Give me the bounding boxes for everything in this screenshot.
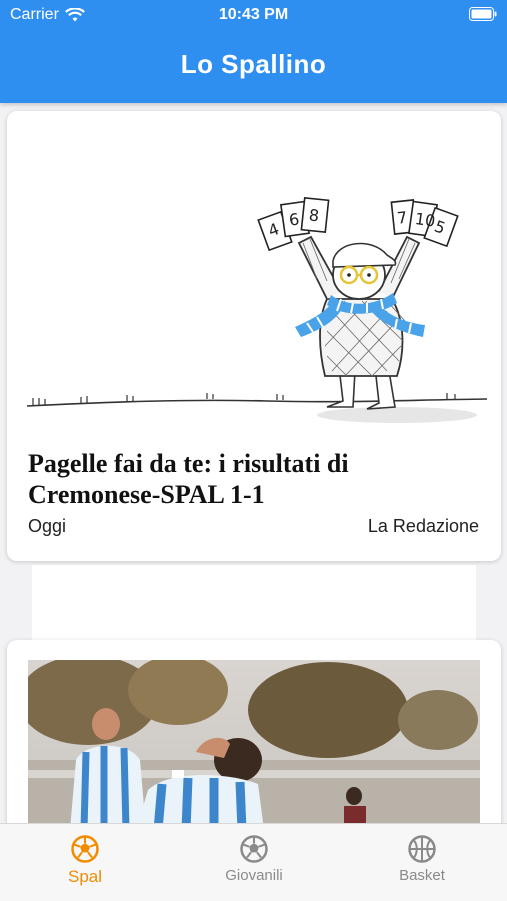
article-card[interactable]: 4 6 8 7 10 5 Pagelle fai da te: i risult… [7, 111, 501, 561]
article-card[interactable] [7, 640, 501, 823]
tab-giovanili-label: Giovanili [225, 867, 283, 884]
app-title: Lo Spallino [180, 49, 327, 79]
tab-basket[interactable]: Basket [362, 834, 482, 884]
article-date: Oggi [28, 516, 67, 536]
svg-text:10: 10 [414, 209, 437, 231]
article-illustration: 4 6 8 7 10 5 [27, 196, 487, 423]
app-header: Carrier 10:43 PM Lo Spallino [0, 0, 507, 103]
article-photo [28, 660, 480, 823]
card-separator [32, 565, 476, 645]
battery-icon [469, 7, 497, 21]
tab-basket-label: Basket [399, 867, 445, 884]
tab-spal-label: Spal [67, 867, 103, 886]
svg-text:7: 7 [396, 208, 408, 228]
article-feed[interactable]: 4 6 8 7 10 5 Pagelle fai da te: i risult… [0, 103, 507, 823]
basketball-icon [408, 835, 436, 863]
status-bar: Carrier 10:43 PM [0, 0, 507, 30]
article-title[interactable]: Pagelle fai da te: i risultati di Cremon… [28, 448, 468, 510]
soccer-ball-icon [240, 835, 268, 863]
tab-giovanili[interactable]: Giovanili [194, 834, 314, 884]
tab-bar: Spal Giovanili Basket [0, 823, 507, 901]
soccer-ball-icon [71, 835, 99, 863]
article-author: La Redazione [367, 516, 479, 536]
status-time: 10:43 PM [218, 6, 289, 23]
svg-text:8: 8 [308, 205, 320, 225]
tab-spal[interactable]: Spal [25, 834, 145, 887]
